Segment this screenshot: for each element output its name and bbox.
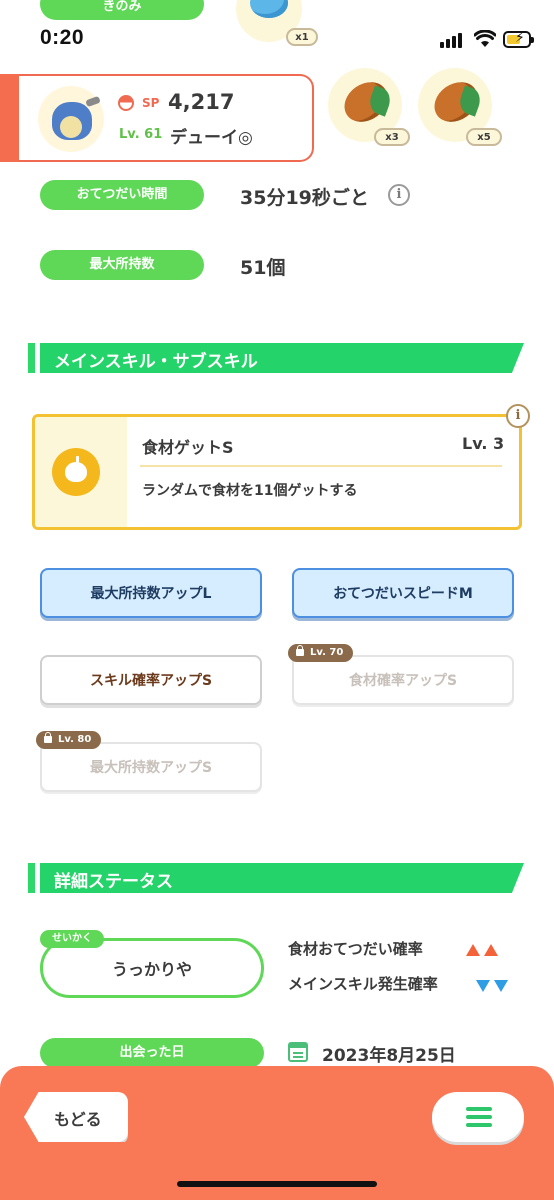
nature-value: うっかりや [111, 960, 192, 979]
hamburger-icon [466, 1107, 492, 1111]
max-carry-label: 最大所持数 [40, 250, 204, 280]
help-time-label: おてつだい時間 [40, 180, 204, 210]
battery-icon: ⚡ [503, 31, 534, 48]
menu-button[interactable] [432, 1092, 524, 1142]
nature-tag: せいかく [40, 930, 104, 948]
status-time: 0:20 [40, 26, 85, 49]
unlock-level-badge: Lv. 70 [288, 644, 354, 662]
lock-icon [44, 732, 52, 743]
help-time-value: 35分19秒ごと [240, 187, 369, 209]
down-stat-label: メインスキル発生確率 [288, 975, 438, 993]
pokemon-avatar [38, 86, 104, 152]
main-skill-level: Lv. 3 [462, 434, 505, 453]
max-carry-value: 51個 [240, 257, 286, 279]
divider [140, 465, 502, 467]
stat-up-icon [466, 941, 502, 960]
sub-skill-button[interactable]: おてつだいスピードM [292, 568, 514, 618]
cellular-signal-icon [440, 32, 466, 48]
main-skill-description: ランダムで食材を11個ゲットする [142, 483, 358, 499]
berry-qty-badge: x1 [286, 28, 318, 46]
home-indicator[interactable] [177, 1181, 377, 1187]
sub-skill-button-locked[interactable]: 食材確率アップS [292, 655, 514, 705]
main-skill-name: 食材ゲットS [142, 438, 234, 457]
met-date-label: 出会った日 [40, 1038, 264, 1068]
berry-category-pill: きのみ [40, 0, 204, 20]
ingredient-qty-badge: x3 [374, 128, 410, 146]
unlock-level-badge: Lv. 80 [36, 731, 102, 749]
sub-skill-button[interactable]: スキル確率アップS [40, 655, 262, 705]
stat-down-icon [476, 977, 512, 996]
info-icon[interactable]: i [506, 404, 530, 428]
apple-icon [52, 448, 100, 496]
calendar-icon [288, 1042, 308, 1062]
pokemon-name: デューイ◎ [170, 128, 253, 148]
skills-section-header: メインスキル・サブスキル [28, 343, 524, 373]
pokemon-level: Lv. 61 [119, 127, 163, 142]
lock-icon [296, 645, 304, 656]
met-date-value: 2023年8月25日 [322, 1046, 456, 1066]
section-title: 詳細ステータス [54, 872, 173, 892]
up-stat-label: 食材おてつだい確率 [288, 940, 423, 958]
main-skill-card[interactable] [32, 414, 522, 530]
section-title: メインスキル・サブスキル [54, 352, 258, 372]
back-button-label[interactable]: もどる [54, 1106, 102, 1130]
pokeball-icon [118, 95, 134, 111]
detail-status-section-header: 詳細ステータス [28, 863, 524, 893]
sub-skill-button[interactable]: 最大所持数アップL [40, 568, 262, 618]
sp-label: SP [142, 96, 160, 110]
sub-skill-button-locked[interactable]: 最大所持数アップS [40, 742, 262, 792]
ingredient-qty-badge: x5 [466, 128, 502, 146]
info-icon[interactable]: i [388, 184, 410, 206]
wifi-icon [473, 29, 497, 48]
sp-value: 4,217 [168, 90, 235, 114]
unlock-level-text: Lv. 80 [58, 734, 92, 745]
unlock-level-text: Lv. 70 [310, 647, 344, 658]
